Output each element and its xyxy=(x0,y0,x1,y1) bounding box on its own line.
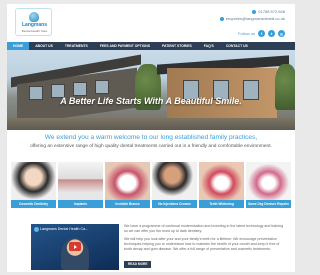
twitter-icon[interactable]: t xyxy=(268,30,275,37)
play-icon[interactable] xyxy=(69,242,81,251)
nav-faqs[interactable]: FAQ'S xyxy=(198,42,220,50)
logo-name: Langmans xyxy=(21,22,47,28)
nav-about[interactable]: ABOUT US xyxy=(29,42,59,50)
facebook-icon[interactable]: f xyxy=(258,30,265,37)
service-label: Invisible Braces xyxy=(105,200,150,208)
tooth-logo-icon xyxy=(29,12,39,22)
google-plus-icon[interactable]: g xyxy=(278,30,285,37)
social-links: Follow us f t g xyxy=(238,30,285,37)
webpage: Langmans Dental Health Care 01788 572 64… xyxy=(7,4,295,272)
logo[interactable]: Langmans Dental Health Care xyxy=(15,8,52,36)
hero-tagline: A Better Life Starts With A Beautiful Sm… xyxy=(60,96,242,106)
email-link[interactable]: enquiries@langmansdental.co.uk xyxy=(226,15,285,22)
service-label: Teeth Whitening xyxy=(199,200,244,208)
nav-treatments[interactable]: TREATMENTS xyxy=(59,42,94,50)
teeth-whitening-photo-icon xyxy=(199,162,244,200)
about-paragraph-1: We have a programme of continual moderni… xyxy=(124,224,284,233)
ground xyxy=(7,118,295,130)
denture-photo-icon xyxy=(246,162,291,200)
hero-banner: A Better Life Starts With A Beautiful Sm… xyxy=(7,50,295,130)
follow-label: Follow us xyxy=(238,31,255,36)
phone-number[interactable]: 01788 572 648 xyxy=(258,8,285,15)
service-tile[interactable]: Same Day Denture Repairs xyxy=(246,162,291,208)
video-title: Langmans Dental Health Ca... xyxy=(40,227,89,231)
service-label: Cosmetic Dentistry xyxy=(11,200,56,208)
channel-logo-icon xyxy=(34,227,39,232)
welcome-heading: We extend you a warm welcome to our long… xyxy=(44,134,258,141)
nav-contact[interactable]: CONTACT US xyxy=(220,42,254,50)
video-player[interactable]: Langmans Dental Health Ca... xyxy=(31,224,119,270)
service-label: Same Day Denture Repairs xyxy=(246,200,291,208)
window xyxy=(95,80,109,94)
nav-home[interactable]: HOME xyxy=(7,42,30,50)
contact-info: 01788 572 648 enquiries@langmansdental.c… xyxy=(219,8,285,22)
service-tile[interactable]: Cosmetic Dentistry xyxy=(11,162,56,208)
read-more-button[interactable]: READ MORE xyxy=(124,261,152,268)
services-row: Cosmetic Dentistry Implants Invisible Br… xyxy=(11,162,291,208)
nav-patient-stories[interactable]: PATIENT STORIES xyxy=(156,42,198,50)
site-header: Langmans Dental Health Care 01788 572 64… xyxy=(7,4,295,41)
dental-implant-photo-icon xyxy=(58,162,103,200)
about-text: We have a programme of continual moderni… xyxy=(124,224,284,255)
service-label: No Injections Crowns xyxy=(152,200,197,208)
phone-icon xyxy=(252,9,257,14)
logo-subtitle: Dental Health Care xyxy=(21,29,48,33)
smiling-woman-photo-icon xyxy=(11,162,56,200)
service-label: Implants xyxy=(58,200,103,208)
about-paragraph-2: We will help you look after your and you… xyxy=(124,237,280,251)
email-icon xyxy=(219,16,224,21)
nav-fees[interactable]: FEES AND PAYMENT OPTIONS xyxy=(94,42,156,50)
service-tile[interactable]: Teeth Whitening xyxy=(199,162,244,208)
crown-patient-photo-icon xyxy=(152,162,197,200)
service-tile[interactable]: No Injections Crowns xyxy=(152,162,197,208)
service-tile[interactable]: Invisible Braces xyxy=(105,162,150,208)
window xyxy=(73,82,87,96)
service-tile[interactable]: Implants xyxy=(58,162,103,208)
invisible-braces-photo-icon xyxy=(105,162,150,200)
main-nav: HOME ABOUT US TREATMENTS FEES AND PAYMEN… xyxy=(7,42,295,50)
welcome-subtitle: offering an extensive range of high qual… xyxy=(30,144,272,149)
